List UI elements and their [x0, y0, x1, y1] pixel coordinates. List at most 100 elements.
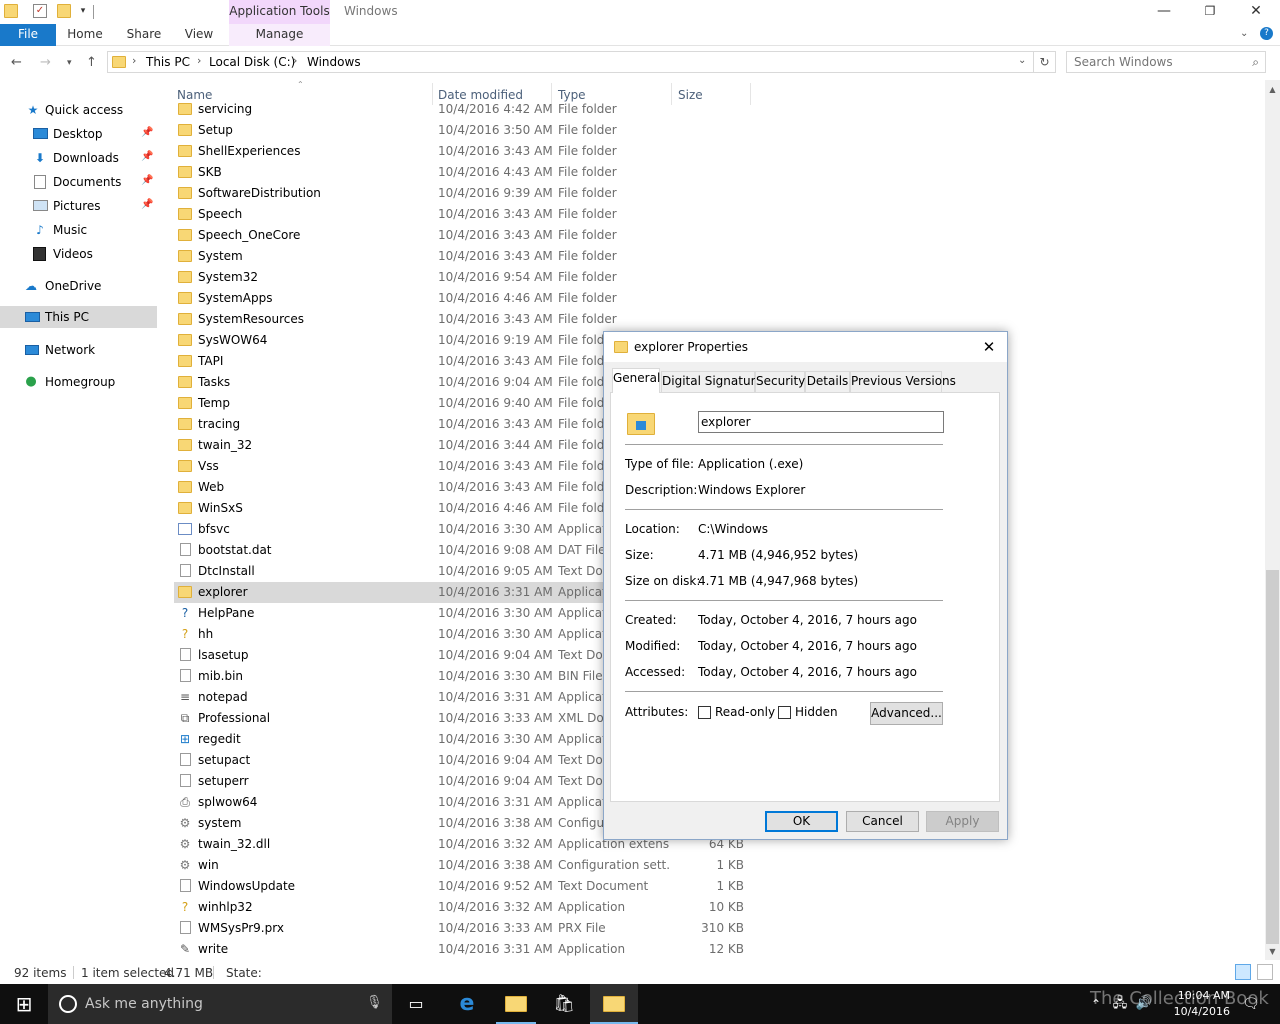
cortana-search-box[interactable]: Ask me anything 🎙	[48, 984, 392, 1024]
table-row[interactable]: SystemApps 10/4/2016 4:46 AM File folder	[174, 288, 1254, 309]
tab-security[interactable]: Security	[755, 371, 805, 392]
pin-icon[interactable]: 📌	[141, 151, 153, 162]
table-row[interactable]: System32 10/4/2016 9:54 AM File folder	[174, 267, 1254, 288]
action-center-icon[interactable]: 🗨	[1236, 984, 1266, 1024]
new-folder-icon[interactable]	[57, 4, 71, 18]
address-bar[interactable]: › This PC › Local Disk (C:) › Windows ⌄	[107, 51, 1034, 73]
search-input[interactable]	[1067, 52, 1243, 72]
network-tray-icon[interactable]: 🖧	[1110, 984, 1130, 1024]
back-icon[interactable]: ←	[11, 55, 22, 70]
file-date: 10/4/2016 3:33 AM	[438, 711, 553, 725]
forward-icon[interactable]: →	[40, 55, 51, 70]
windows-start-icon[interactable]: ⊞	[0, 984, 48, 1024]
nav-item-documents[interactable]: Documents 📌	[0, 171, 157, 193]
advanced-button[interactable]: Advanced...	[870, 702, 943, 725]
nav-item-onedrive[interactable]: ☁ OneDrive	[0, 275, 157, 297]
state-label: State:	[226, 966, 262, 980]
close-button[interactable]: ✕	[1233, 0, 1279, 24]
quick-access-dropdown-icon[interactable]: ▾	[76, 4, 90, 18]
pin-icon[interactable]: 📌	[141, 175, 153, 186]
scroll-up-icon[interactable]: ▲	[1265, 82, 1280, 97]
read-only-label[interactable]: Read-only	[715, 705, 775, 719]
table-row[interactable]: ⚙ win 10/4/2016 3:38 AM Configuration sett.…	[174, 855, 1254, 876]
hidden-label[interactable]: Hidden	[795, 705, 838, 719]
nav-item-videos[interactable]: Videos	[0, 243, 157, 265]
tab-manage[interactable]: Manage	[229, 24, 330, 46]
large-icons-view-icon[interactable]	[1257, 964, 1273, 980]
ok-button[interactable]: OK	[765, 811, 838, 832]
store-icon[interactable]: 🛍	[540, 984, 588, 1024]
table-row[interactable]: explorer 10/4/2016 3:31 AM Application	[174, 582, 625, 603]
tab-details[interactable]: Details	[805, 371, 850, 392]
expand-ribbon-icon[interactable]: ⌄	[1240, 28, 1248, 39]
table-row[interactable]: SKB 10/4/2016 4:43 AM File folder	[174, 162, 1254, 183]
details-view-icon[interactable]	[1235, 964, 1251, 980]
help-icon[interactable]: ?	[1260, 27, 1273, 40]
table-row[interactable]: Speech 10/4/2016 3:43 AM File folder	[174, 204, 1254, 225]
table-row[interactable]: WindowsUpdate 10/4/2016 9:52 AM Text Docum…	[174, 876, 1254, 897]
breadcrumb-local-disk[interactable]: Local Disk (C:)	[209, 55, 295, 69]
table-row[interactable]: Speech_OneCore 10/4/2016 3:43 AM File fold…	[174, 225, 1254, 246]
microphone-icon[interactable]: 🎙	[366, 995, 383, 1010]
nav-item-this-pc[interactable]: This PC	[0, 306, 157, 328]
read-only-checkbox[interactable]	[698, 706, 711, 719]
scroll-down-icon[interactable]: ▼	[1265, 944, 1280, 959]
tab-share[interactable]: Share	[122, 24, 166, 46]
search-box[interactable]: ⌕	[1066, 51, 1266, 73]
file-name-input[interactable]	[698, 411, 944, 433]
nav-item-downloads[interactable]: ⬇ Downloads 📌	[0, 147, 157, 169]
tab-file[interactable]: File	[0, 24, 56, 46]
nav-item-pictures[interactable]: Pictures 📌	[0, 195, 157, 217]
refresh-icon[interactable]: ↻	[1034, 51, 1056, 73]
properties-icon[interactable]: ✓	[33, 4, 47, 18]
table-row[interactable]: ? winhlp32 10/4/2016 3:32 AM Application 10 …	[174, 897, 1254, 918]
pin-icon[interactable]: 📌	[141, 199, 153, 210]
hidden-checkbox[interactable]	[778, 706, 791, 719]
dialog-close-button[interactable]: ✕	[974, 335, 1004, 359]
up-icon[interactable]: ↑	[86, 55, 97, 70]
apply-button[interactable]: Apply	[926, 811, 999, 832]
dialog-title-bar[interactable]: explorer Properties ✕	[604, 332, 1007, 362]
nav-item-desktop[interactable]: Desktop 📌	[0, 123, 157, 145]
restore-button[interactable]: ❐	[1187, 0, 1233, 24]
recent-locations-icon[interactable]: ▾	[67, 58, 72, 68]
cancel-button[interactable]: Cancel	[846, 811, 919, 832]
show-hidden-icons-icon[interactable]: ⌃	[1086, 984, 1106, 1024]
clock-time[interactable]: 10:04 AM	[1160, 989, 1230, 1002]
table-row[interactable]: Setup 10/4/2016 3:50 AM File folder	[174, 120, 1254, 141]
file-explorer-active-icon[interactable]	[590, 984, 638, 1024]
chevron-down-icon[interactable]: ⌄	[1018, 55, 1026, 66]
clock-date[interactable]: 10/4/2016	[1160, 1005, 1230, 1018]
table-row[interactable]: System 10/4/2016 3:43 AM File folder	[174, 246, 1254, 267]
scrollbar-thumb[interactable]	[1266, 570, 1279, 944]
search-icon[interactable]: ⌕	[1252, 55, 1259, 70]
nav-item-network[interactable]: Network	[0, 339, 157, 361]
table-row[interactable]: SystemResources 10/4/2016 3:43 AM File fol…	[174, 309, 1254, 330]
breadcrumb-windows[interactable]: Windows	[307, 55, 361, 69]
breadcrumb-this-pc[interactable]: This PC	[146, 55, 190, 69]
nav-item-quick-access[interactable]: ★ Quick access	[0, 99, 157, 121]
tab-digital-signatures[interactable]: Digital Signatures	[661, 371, 769, 392]
minimize-button[interactable]: —	[1141, 0, 1187, 24]
table-row[interactable]: SoftwareDistribution 10/4/2016 9:39 AM Fil…	[174, 183, 1254, 204]
tab-previous-versions[interactable]: Previous Versions	[850, 371, 956, 392]
file-name: mib.bin	[198, 669, 244, 683]
volume-icon[interactable]: 🔊	[1134, 984, 1154, 1024]
nav-item-homegroup[interactable]: ● Homegroup	[0, 371, 157, 393]
file-explorer-taskbar-icon[interactable]	[492, 984, 540, 1024]
chevron-right-icon[interactable]: ›	[132, 54, 136, 67]
table-row[interactable]: WMSysPr9.prx 10/4/2016 3:33 AM PRX File 310…	[174, 918, 1254, 939]
task-view-icon[interactable]: ▭	[392, 984, 440, 1024]
edge-icon[interactable]: e	[443, 984, 491, 1024]
table-row[interactable]: ShellExperiences 10/4/2016 3:43 AM File fo…	[174, 141, 1254, 162]
table-row[interactable]: servicing 10/4/2016 4:42 AM File folder	[174, 99, 1254, 120]
tab-home[interactable]: Home	[62, 24, 108, 46]
tab-general[interactable]: General	[612, 368, 660, 393]
pin-icon[interactable]: 📌	[141, 127, 153, 138]
tab-view[interactable]: View	[180, 24, 218, 46]
nav-item-music[interactable]: ♪ Music	[0, 219, 157, 241]
chevron-right-icon[interactable]: ›	[197, 54, 201, 67]
chevron-right-icon[interactable]: ›	[293, 54, 297, 67]
file-date: 10/4/2016 3:30 AM	[438, 627, 553, 641]
table-row[interactable]: ✎ write 10/4/2016 3:31 AM Application 12 KB	[174, 939, 1254, 960]
